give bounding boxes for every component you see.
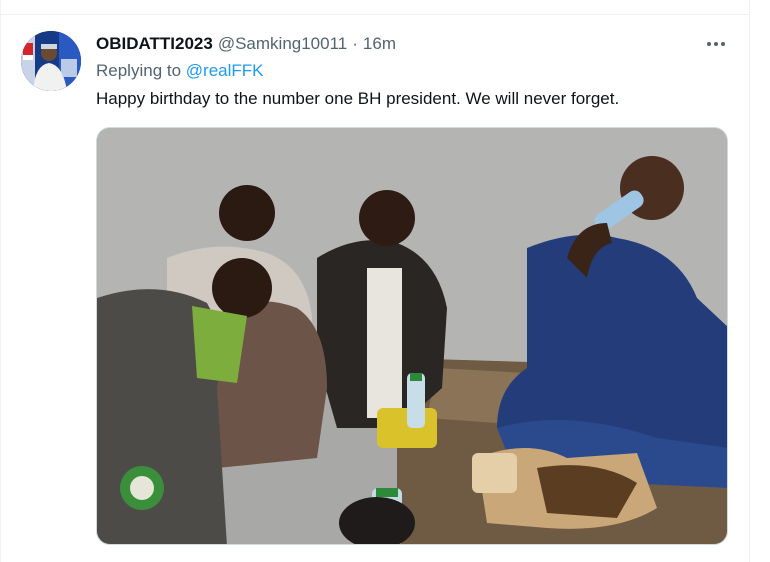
avatar[interactable] bbox=[21, 31, 81, 91]
author-handle[interactable]: @Samking10011 bbox=[218, 34, 347, 54]
more-dot bbox=[714, 42, 718, 46]
divider bbox=[749, 0, 750, 562]
more-dot bbox=[721, 42, 725, 46]
replying-prefix: Replying to bbox=[96, 61, 182, 80]
replying-to: Replying to @realFFK bbox=[96, 61, 264, 81]
replying-to-link[interactable]: @realFFK bbox=[186, 61, 264, 80]
timestamp[interactable]: 16m bbox=[363, 34, 396, 54]
tweet-text: Happy birthday to the number one BH pres… bbox=[96, 89, 620, 108]
tweet-card[interactable]: OBIDATTI2023 @Samking10011 · 16m Replyin… bbox=[0, 0, 770, 562]
divider bbox=[0, 14, 750, 15]
separator-dot: · bbox=[352, 34, 358, 53]
tweet-header: OBIDATTI2023 @Samking10011 · 16m bbox=[96, 33, 396, 55]
tweet-photo[interactable] bbox=[96, 127, 728, 545]
more-dot bbox=[707, 42, 711, 46]
more-horizontal-icon[interactable] bbox=[703, 34, 729, 54]
divider bbox=[0, 0, 1, 562]
author-name[interactable]: OBIDATTI2023 bbox=[96, 34, 213, 54]
